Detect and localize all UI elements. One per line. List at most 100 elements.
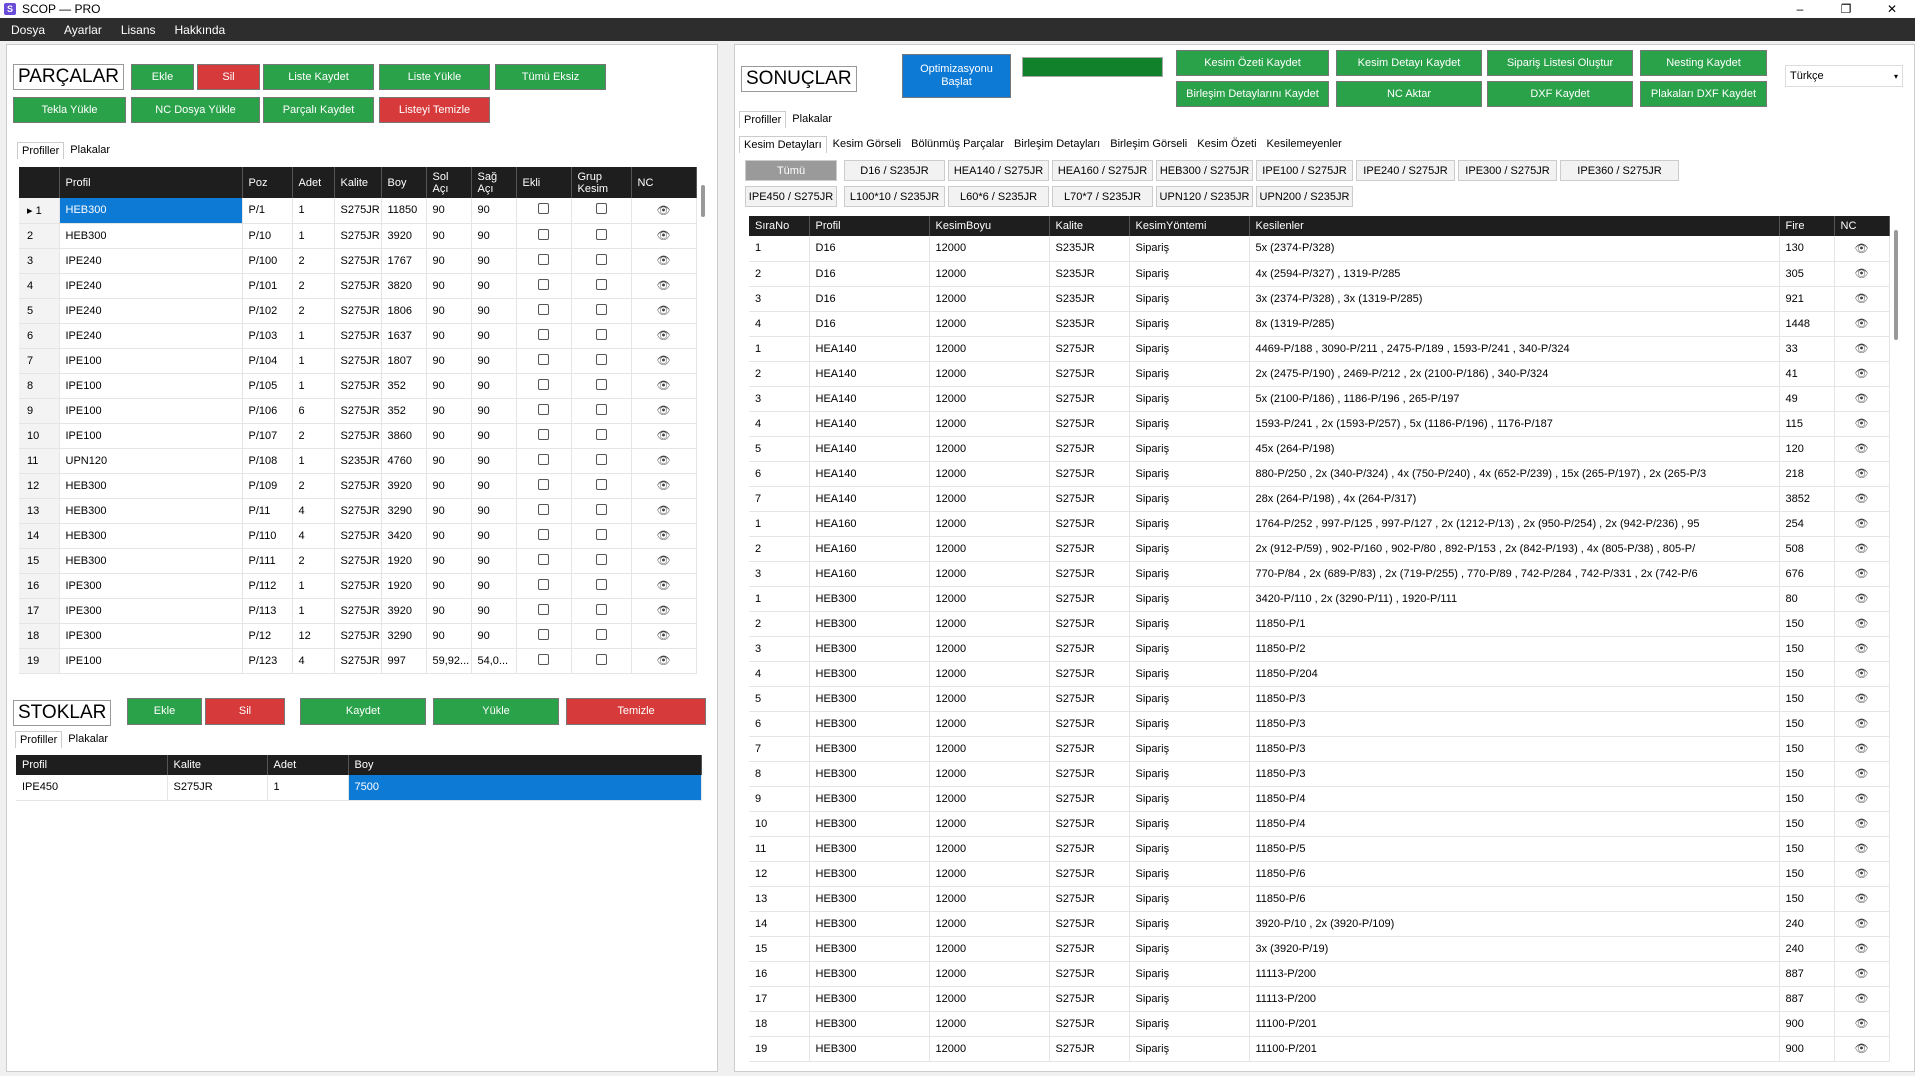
ekli-checkbox[interactable] (516, 298, 572, 324)
profile-cell[interactable]: IPE100 (59, 398, 243, 424)
sag-aci-cell[interactable]: 90 (471, 623, 517, 649)
filter-upn200[interactable]: UPN200 / S235JR (1256, 186, 1353, 207)
parts-row[interactable]: 16 IPE300 P/112 1 S275JR 1920 90 90 👁 (19, 573, 697, 599)
parts-row[interactable]: 13 HEB300 P/11 4 S275JR 3290 90 90 👁 (19, 498, 697, 524)
profile-cell[interactable]: HEB300 (59, 198, 243, 224)
boy-cell[interactable]: 3290 (381, 498, 427, 524)
filter-l606[interactable]: L60*6 / S235JR (948, 186, 1049, 207)
filter-ipe450[interactable]: IPE450 / S275JR (745, 186, 837, 207)
poz-cell[interactable]: P/106 (242, 398, 293, 424)
boy-cell[interactable]: 3420 (381, 523, 427, 549)
eye-icon[interactable]: 👁 (631, 248, 697, 274)
eye-icon[interactable]: 👁 (1834, 586, 1890, 612)
eye-icon[interactable]: 👁 (1834, 286, 1890, 312)
boy-cell[interactable]: 1637 (381, 323, 427, 349)
poz-cell[interactable]: P/12 (242, 623, 293, 649)
kalite-cell[interactable]: S275JR (334, 523, 382, 549)
res-col-kalite[interactable]: Kalite (1049, 216, 1130, 236)
stock-profile-cell[interactable]: IPE450 (16, 775, 168, 801)
boy-cell[interactable]: 1767 (381, 248, 427, 274)
adet-cell[interactable]: 4 (292, 648, 335, 674)
group-cut-checkbox[interactable] (571, 523, 632, 549)
kalite-cell[interactable]: S235JR (334, 448, 382, 474)
boy-cell[interactable]: 11850 (381, 198, 427, 224)
save-list-button[interactable]: Liste Kaydet (263, 64, 374, 90)
result-row[interactable]: 11 HEB300 12000 S275JR Sipariş 11850-P/5 150 👁 (749, 836, 1890, 862)
eye-icon[interactable]: 👁 (631, 473, 697, 499)
eye-icon[interactable]: 👁 (1834, 411, 1890, 437)
group-cut-checkbox[interactable] (571, 198, 632, 224)
eye-icon[interactable]: 👁 (631, 373, 697, 399)
menu-hakkinda[interactable]: Hakkında (167, 23, 234, 37)
result-row[interactable]: 3 D16 12000 S235JR Sipariş 3x (2374-P/328) , … (749, 286, 1890, 312)
kalite-cell[interactable]: S275JR (334, 573, 382, 599)
tekla-load-button[interactable]: Tekla Yükle (13, 97, 126, 123)
res-col-kesimyontemi[interactable]: KesimYöntemi (1129, 216, 1250, 236)
save-nesting-button[interactable]: Nesting Kaydet (1640, 50, 1767, 76)
eye-icon[interactable]: 👁 (631, 598, 697, 624)
sag-aci-cell[interactable]: 90 (471, 498, 517, 524)
poz-cell[interactable]: P/11 (242, 498, 293, 524)
group-cut-checkbox[interactable] (571, 548, 632, 574)
eye-icon[interactable]: 👁 (1834, 236, 1890, 262)
col-sol-aci[interactable]: Sol Açı (426, 167, 472, 198)
kalite-cell[interactable]: S275JR (334, 623, 382, 649)
kalite-cell[interactable]: S275JR (334, 248, 382, 274)
poz-cell[interactable]: P/10 (242, 223, 293, 249)
result-row[interactable]: 2 D16 12000 S235JR Sipariş 4x (2594-P/327) , … (749, 261, 1890, 287)
eye-icon[interactable]: 👁 (1834, 911, 1890, 937)
filter-ipe300[interactable]: IPE300 / S275JR (1458, 160, 1557, 181)
ekli-checkbox[interactable] (516, 448, 572, 474)
sol-aci-cell[interactable]: 90 (426, 373, 472, 399)
stock-col-adet[interactable]: Adet (267, 755, 349, 775)
eye-icon[interactable]: 👁 (1834, 736, 1890, 762)
save-cut-summary-button[interactable]: Kesim Özeti Kaydet (1176, 50, 1329, 76)
result-row[interactable]: 1 D16 12000 S235JR Sipariş 5x (2374-P/328) 130… (749, 236, 1890, 262)
group-cut-checkbox[interactable] (571, 648, 632, 674)
ekli-checkbox[interactable] (516, 523, 572, 549)
sag-aci-cell[interactable]: 90 (471, 323, 517, 349)
group-cut-checkbox[interactable] (571, 573, 632, 599)
res-col-kesilenler[interactable]: Kesilenler (1249, 216, 1780, 236)
eye-icon[interactable]: 👁 (1834, 336, 1890, 362)
eye-icon[interactable]: 👁 (1834, 1011, 1890, 1037)
eye-icon[interactable]: 👁 (631, 623, 697, 649)
adet-cell[interactable]: 1 (292, 598, 335, 624)
sol-aci-cell[interactable]: 90 (426, 398, 472, 424)
filter-d16[interactable]: D16 / S235JR (844, 160, 945, 181)
sol-aci-cell[interactable]: 90 (426, 223, 472, 249)
stocks-delete-button[interactable]: Sil (205, 698, 285, 725)
kalite-cell[interactable]: S275JR (334, 548, 382, 574)
ekli-checkbox[interactable] (516, 248, 572, 274)
boy-cell[interactable]: 352 (381, 398, 427, 424)
parts-delete-button[interactable]: Sil (197, 64, 260, 90)
parts-row[interactable]: 9 IPE100 P/106 6 S275JR 352 90 90 👁 (19, 398, 697, 424)
kalite-cell[interactable]: S275JR (334, 598, 382, 624)
group-cut-checkbox[interactable] (571, 373, 632, 399)
boy-cell[interactable]: 1807 (381, 348, 427, 374)
eye-icon[interactable]: 👁 (1834, 661, 1890, 687)
kalite-cell[interactable]: S275JR (334, 398, 382, 424)
eye-icon[interactable]: 👁 (1834, 886, 1890, 912)
col-nc[interactable]: NC (631, 167, 697, 198)
col-kalite[interactable]: Kalite (334, 167, 382, 198)
parts-row[interactable]: 12 HEB300 P/109 2 S275JR 3920 90 90 👁 (19, 473, 697, 499)
boy-cell[interactable]: 3860 (381, 423, 427, 449)
sol-aci-cell[interactable]: 90 (426, 298, 472, 324)
parts-scrollbar[interactable] (701, 185, 705, 217)
kalite-cell[interactable]: S275JR (334, 198, 382, 224)
close-icon[interactable]: ✕ (1869, 0, 1915, 18)
sol-aci-cell[interactable]: 90 (426, 573, 472, 599)
poz-cell[interactable]: P/110 (242, 523, 293, 549)
adet-cell[interactable]: 6 (292, 398, 335, 424)
stocks-add-button[interactable]: Ekle (127, 698, 202, 725)
stock-col-profil[interactable]: Profil (16, 755, 168, 775)
adet-cell[interactable]: 1 (292, 223, 335, 249)
res-col-profil[interactable]: Profil (809, 216, 930, 236)
profile-cell[interactable]: IPE100 (59, 348, 243, 374)
menu-dosya[interactable]: Dosya (3, 23, 53, 37)
sag-aci-cell[interactable]: 90 (471, 423, 517, 449)
parts-row[interactable]: 11 UPN120 P/108 1 S235JR 4760 90 90 👁 (19, 448, 697, 474)
parts-row[interactable]: 18 IPE300 P/12 12 S275JR 3290 90 90 👁 (19, 623, 697, 649)
eye-icon[interactable]: 👁 (1834, 511, 1890, 537)
